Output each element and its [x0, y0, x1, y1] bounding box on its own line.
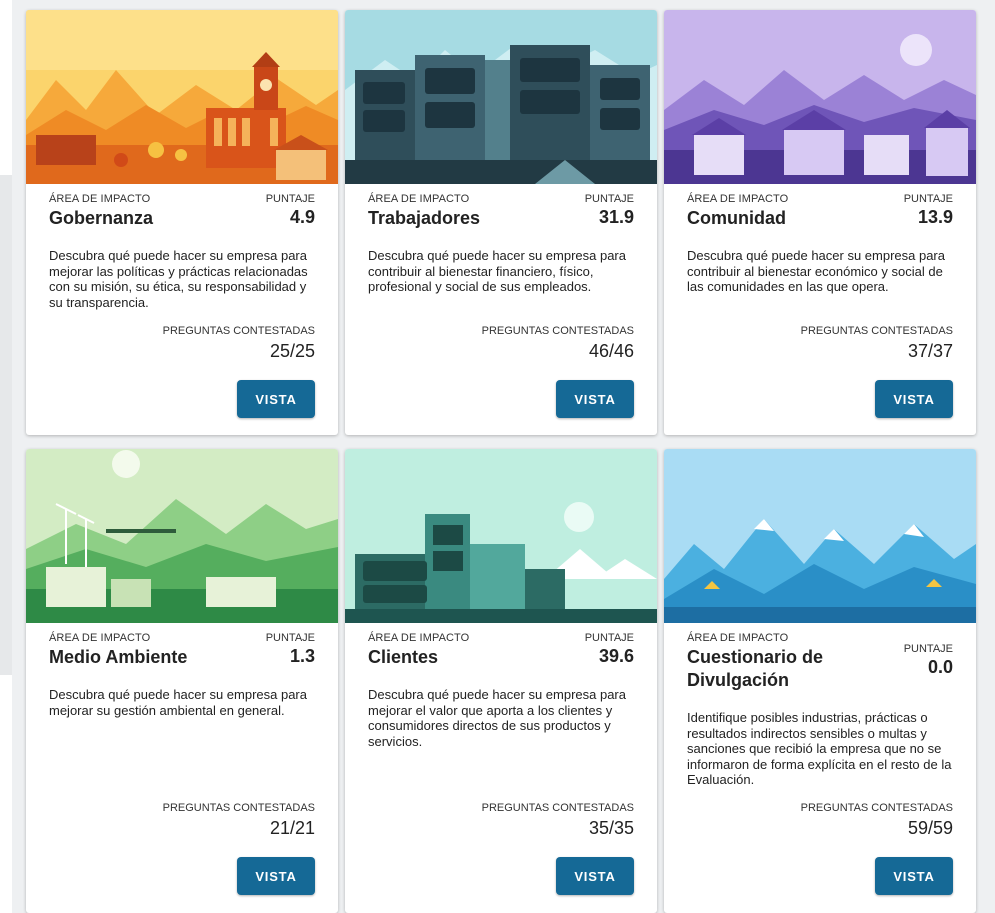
area-label: ÁREA DE IMPACTO — [687, 632, 789, 644]
card-description: Identifique posibles industrias, práctic… — [687, 710, 952, 787]
card-description: Descubra qué puede hacer su empresa para… — [368, 687, 626, 749]
questions-value: 25/25 — [269, 341, 315, 361]
questions-label: PREGUNTAS CONTESTADAS — [481, 325, 634, 337]
illustration-workers — [345, 10, 657, 184]
view-button[interactable]: VISTA — [237, 857, 315, 895]
card-title: Medio Ambiente — [49, 647, 188, 667]
area-label: ÁREA DE IMPACTO — [368, 193, 470, 205]
questions-label: PREGUNTAS CONTESTADAS — [800, 325, 953, 337]
card-score: 39.6 — [598, 646, 634, 666]
impact-card-gobernanza: ÁREA DE IMPACTO PUNTAJE Gobernanza 4.9 D… — [26, 10, 338, 435]
score-label: PUNTAJE — [584, 632, 634, 644]
questions-label: PREGUNTAS CONTESTADAS — [162, 802, 315, 814]
card-score: 31.9 — [598, 207, 634, 227]
card-description: Descubra qué puede hacer su empresa para… — [49, 687, 307, 718]
card-description: Descubra qué puede hacer su empresa para… — [368, 248, 626, 294]
left-edge — [0, 0, 12, 913]
score-label: PUNTAJE — [584, 193, 634, 205]
impact-card-clientes: ÁREA DE IMPACTO PUNTAJE Clientes 39.6 De… — [345, 449, 657, 913]
questions-value: 35/35 — [588, 818, 634, 838]
illustration-governance — [26, 10, 338, 184]
questions-label: PREGUNTAS CONTESTADAS — [800, 802, 953, 814]
questions-label: PREGUNTAS CONTESTADAS — [481, 802, 634, 814]
card-score: 1.3 — [289, 646, 315, 666]
score-label: PUNTAJE — [903, 643, 953, 655]
illustration-disclosure — [664, 449, 976, 623]
view-button[interactable]: VISTA — [556, 857, 634, 895]
impact-area-grid: ÁREA DE IMPACTO PUNTAJE Gobernanza 4.9 D… — [26, 10, 978, 913]
impact-card-cuestionario-divulgacion: ÁREA DE IMPACTO PUNTAJE Cuestionario de … — [664, 449, 976, 913]
view-button[interactable]: VISTA — [237, 380, 315, 418]
card-title: Gobernanza — [49, 208, 154, 228]
questions-value: 46/46 — [588, 341, 634, 361]
score-label: PUNTAJE — [265, 632, 315, 644]
card-score: 0.0 — [927, 657, 953, 677]
impact-card-trabajadores: ÁREA DE IMPACTO PUNTAJE Trabajadores 31.… — [345, 10, 657, 435]
questions-value: 59/59 — [907, 818, 953, 838]
card-description: Descubra qué puede hacer su empresa para… — [687, 248, 945, 294]
view-button[interactable]: VISTA — [875, 380, 953, 418]
impact-card-medio-ambiente: ÁREA DE IMPACTO PUNTAJE Medio Ambiente 1… — [26, 449, 338, 913]
illustration-environment — [26, 449, 338, 623]
score-label: PUNTAJE — [903, 193, 953, 205]
area-label: ÁREA DE IMPACTO — [687, 193, 789, 205]
area-label: ÁREA DE IMPACTO — [49, 632, 151, 644]
illustration-community — [664, 10, 976, 184]
view-button[interactable]: VISTA — [875, 857, 953, 895]
area-label: ÁREA DE IMPACTO — [49, 193, 151, 205]
card-title: Clientes — [368, 647, 439, 667]
score-label: PUNTAJE — [265, 193, 315, 205]
questions-label: PREGUNTAS CONTESTADAS — [162, 325, 315, 337]
card-title: Trabajadores — [368, 208, 481, 228]
illustration-customers — [345, 449, 657, 623]
view-button[interactable]: VISTA — [556, 380, 634, 418]
impact-card-comunidad: ÁREA DE IMPACTO PUNTAJE Comunidad 13.9 D… — [664, 10, 976, 435]
card-title: Cuestionario de Divulgación — [687, 647, 824, 690]
card-score: 13.9 — [917, 207, 953, 227]
card-score: 4.9 — [289, 207, 315, 227]
questions-value: 21/21 — [269, 818, 315, 838]
area-label: ÁREA DE IMPACTO — [368, 632, 470, 644]
card-title: Comunidad — [687, 208, 786, 228]
questions-value: 37/37 — [907, 341, 953, 361]
card-description: Descubra qué puede hacer su empresa para… — [49, 248, 308, 310]
